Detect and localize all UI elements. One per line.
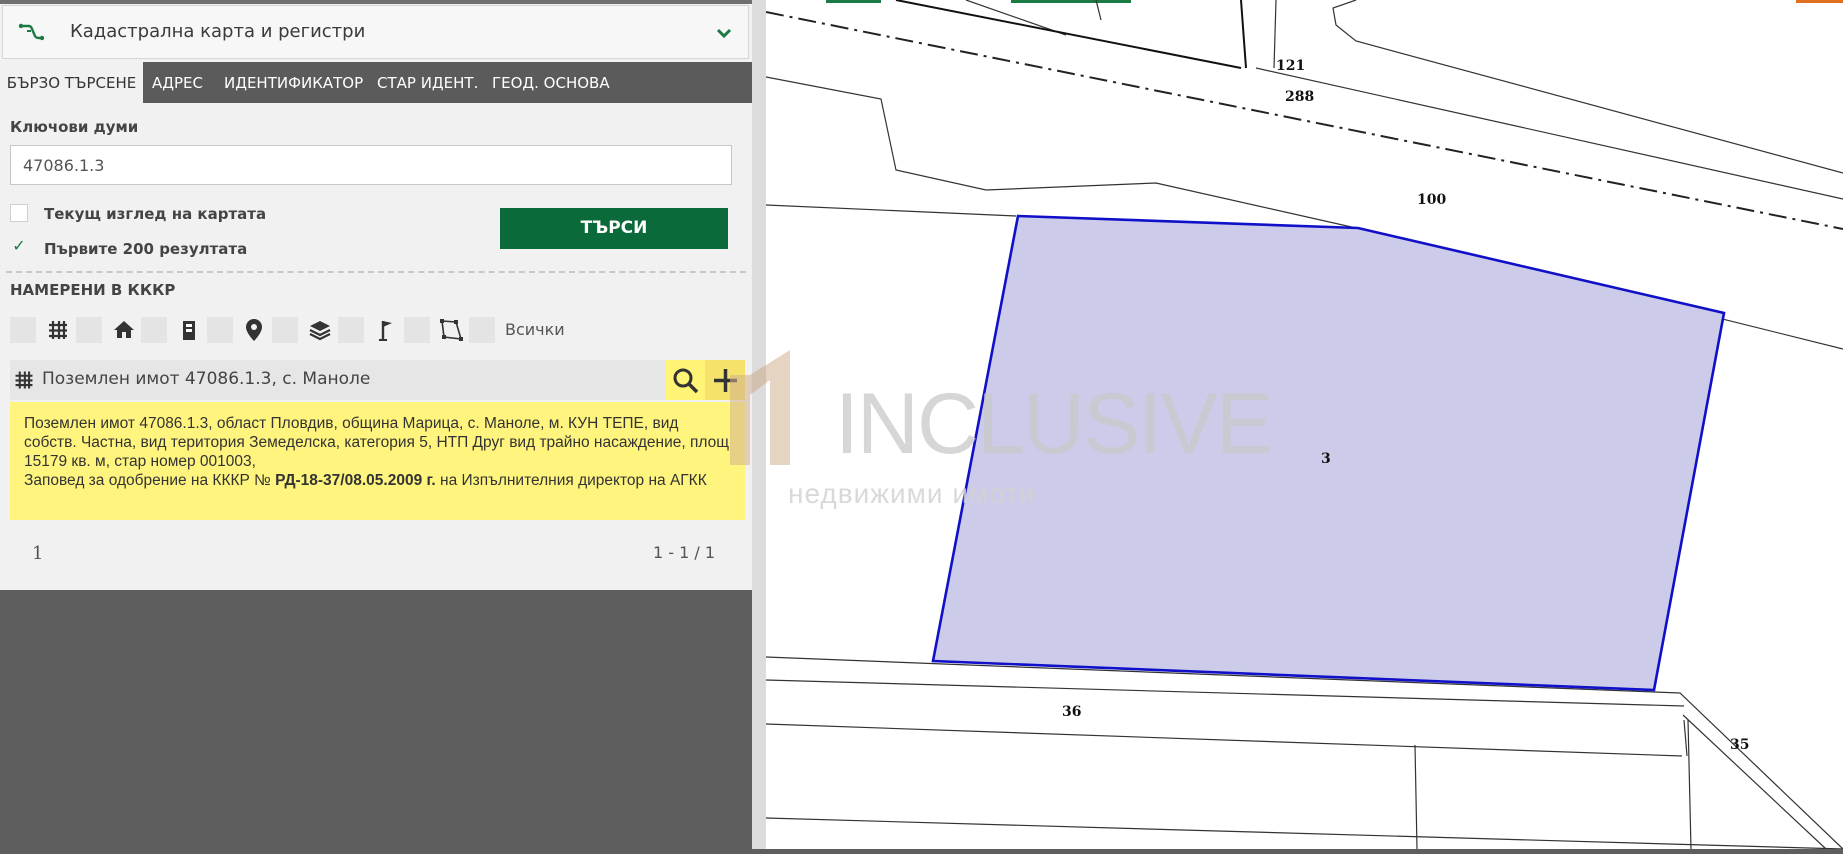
- map-canvas[interactable]: 121 288 100 3 36 35: [765, 0, 1843, 850]
- parcel-label: 288: [1285, 89, 1314, 105]
- filter-checkbox[interactable]: [207, 317, 233, 343]
- current-view-checkbox[interactable]: [10, 204, 28, 222]
- order-number: РД-18-37/08.05.2009 г.: [275, 472, 436, 489]
- layers-icon[interactable]: [307, 317, 333, 343]
- parcel-label: 3: [1321, 451, 1331, 467]
- house-icon[interactable]: [111, 317, 137, 343]
- plus-icon: [714, 369, 737, 392]
- grid-icon[interactable]: [45, 317, 71, 343]
- keywords-label: Ключови думи: [10, 118, 139, 136]
- panel-splitter[interactable]: [752, 0, 766, 849]
- tab-geodetic-base[interactable]: ГЕОД. ОСНОВА: [492, 62, 610, 103]
- filter-checkbox[interactable]: [141, 317, 167, 343]
- grid-icon: [15, 371, 33, 389]
- tab-address[interactable]: АДРЕС: [152, 62, 203, 103]
- tab-quick-search[interactable]: БЪРЗО ТЪРСЕНЕ: [0, 62, 143, 103]
- current-view-label: Текущ изглед на картата: [44, 205, 267, 223]
- parcel-label: 36: [1062, 704, 1081, 720]
- results-heading: НАМЕРЕНИ В КККР: [10, 281, 176, 299]
- tab-old-identifier[interactable]: СТАР ИДЕНТ.: [377, 62, 478, 103]
- search-button[interactable]: ТЪРСИ: [500, 208, 728, 249]
- order-prefix: Заповед за одобрение на КККР №: [24, 472, 271, 489]
- parcel-label: 100: [1417, 192, 1446, 208]
- search-tabs: БЪРЗО ТЪРСЕНЕ АДРЕС ИДЕНТИФИКАТОР СТАР И…: [0, 62, 752, 103]
- filter-checkbox[interactable]: [338, 317, 364, 343]
- polygon-icon[interactable]: [438, 317, 464, 343]
- filter-checkbox[interactable]: [76, 317, 102, 343]
- page-range: 1 - 1 / 1: [653, 543, 716, 562]
- chevron-down-icon[interactable]: [716, 26, 732, 40]
- filter-all-checkbox[interactable]: [469, 317, 495, 343]
- add-result-button[interactable]: [705, 360, 745, 400]
- result-item-header[interactable]: Поземлен имот 47086.1.3, с. Маноле: [10, 360, 745, 400]
- result-description-text: Поземлен имот 47086.1.3, област Пловдив,…: [24, 415, 729, 470]
- building-icon[interactable]: [176, 317, 202, 343]
- result-title: Поземлен имот 47086.1.3, с. Маноле: [42, 369, 371, 389]
- filter-checkbox[interactable]: [272, 317, 298, 343]
- keywords-input[interactable]: [10, 145, 732, 185]
- tab-identifier[interactable]: ИДЕНТИФИКАТОР: [224, 62, 363, 103]
- filter-checkbox[interactable]: [10, 317, 36, 343]
- panel-header[interactable]: Кадастрална карта и регистри: [2, 5, 749, 59]
- page-number-link[interactable]: 1: [32, 543, 43, 564]
- app-title: Кадастрална карта и регистри: [70, 21, 366, 42]
- cadastre-logo-icon: [18, 23, 45, 41]
- parcel-label: 35: [1730, 737, 1749, 753]
- section-divider: [6, 271, 746, 273]
- search-panel: Кадастрална карта и регистри БЪРЗО ТЪРСЕ…: [0, 0, 752, 590]
- top-stripe: [0, 0, 752, 4]
- zoom-to-result-button[interactable]: [665, 360, 705, 400]
- order-suffix: на Изпълнителния директор на АГКК: [440, 472, 707, 489]
- search-icon: [673, 368, 699, 394]
- filter-checkbox[interactable]: [404, 317, 430, 343]
- first-200-checkbox[interactable]: ✓: [10, 239, 28, 257]
- pin-icon[interactable]: [241, 317, 267, 343]
- cadastral-map[interactable]: 121 288 100 3 36 35: [765, 0, 1843, 850]
- parcel-label: 121: [1276, 58, 1305, 74]
- filter-all-label: Всички: [505, 320, 565, 339]
- flag-icon[interactable]: [373, 317, 399, 343]
- result-description: Поземлен имот 47086.1.3, област Пловдив,…: [10, 402, 745, 520]
- first-200-label: Първите 200 резултата: [44, 240, 248, 258]
